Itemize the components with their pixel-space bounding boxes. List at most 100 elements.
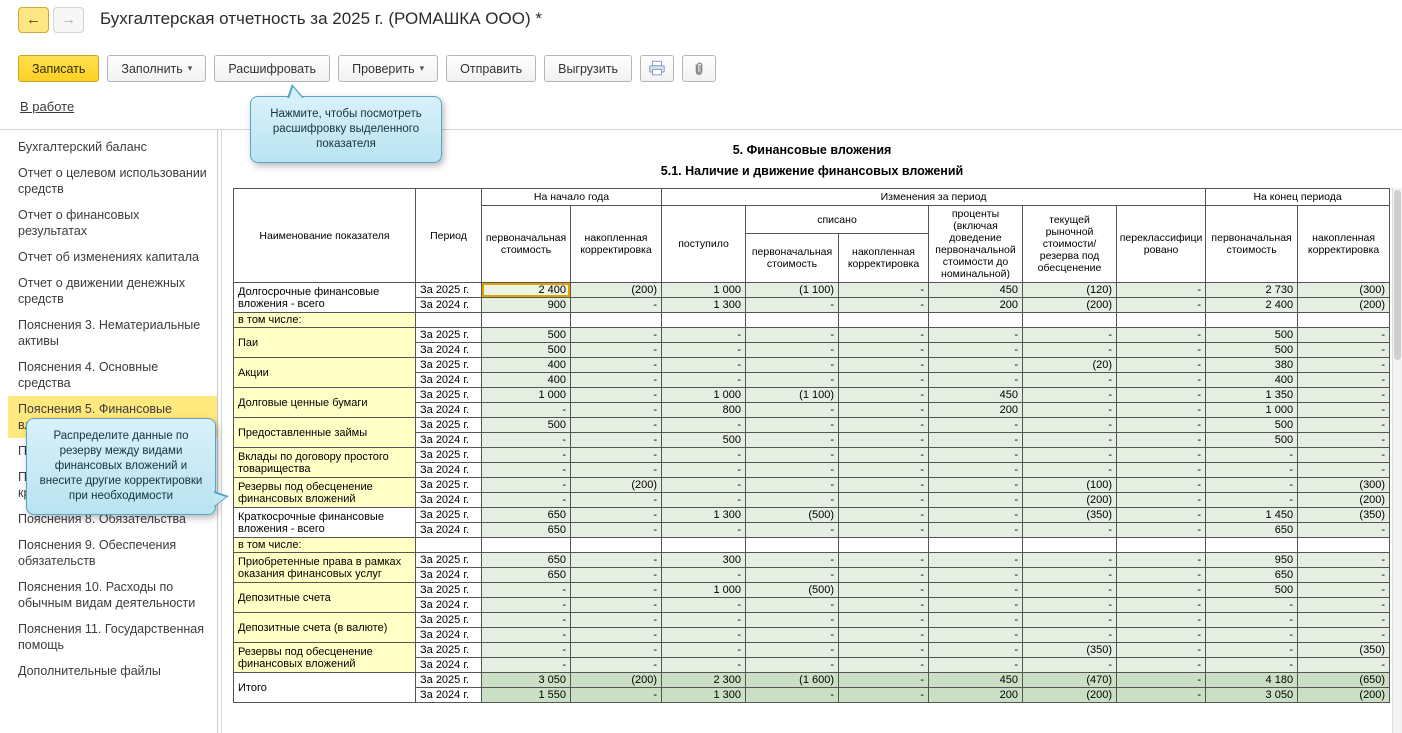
value-cell[interactable]: - <box>1117 508 1206 523</box>
row-name-cell[interactable]: Резервы под обесценение финансовых вложе… <box>234 478 416 508</box>
value-cell[interactable]: - <box>839 298 929 313</box>
value-cell[interactable]: (1 100) <box>746 388 839 403</box>
decrypt-button[interactable]: Расшифровать <box>214 55 330 82</box>
value-cell[interactable]: - <box>1298 568 1390 583</box>
value-cell[interactable]: 1 450 <box>1206 508 1298 523</box>
value-cell[interactable]: - <box>929 358 1023 373</box>
value-cell[interactable]: - <box>746 403 839 418</box>
value-cell[interactable]: - <box>839 283 929 298</box>
value-cell[interactable]: 3 050 <box>1206 688 1298 703</box>
value-cell[interactable]: - <box>1206 643 1298 658</box>
value-cell[interactable]: - <box>571 403 662 418</box>
value-cell[interactable]: - <box>1117 403 1206 418</box>
value-cell[interactable]: 650 <box>482 523 571 538</box>
value-cell[interactable]: - <box>746 478 839 493</box>
value-cell[interactable]: - <box>1298 553 1390 568</box>
value-cell[interactable]: - <box>1298 403 1390 418</box>
table-cell[interactable] <box>1298 313 1390 328</box>
value-cell[interactable]: - <box>746 688 839 703</box>
value-cell[interactable]: - <box>662 478 746 493</box>
value-cell[interactable]: - <box>571 643 662 658</box>
value-cell[interactable]: - <box>929 433 1023 448</box>
row-name-cell[interactable]: Депозитные счета <box>234 583 416 613</box>
value-cell[interactable]: - <box>839 448 929 463</box>
value-cell[interactable]: - <box>1023 598 1117 613</box>
send-button[interactable]: Отправить <box>446 55 536 82</box>
status-link[interactable]: В работе <box>20 99 74 114</box>
value-cell[interactable]: - <box>662 463 746 478</box>
value-cell[interactable]: (200) <box>571 478 662 493</box>
value-cell[interactable]: - <box>839 343 929 358</box>
value-cell[interactable]: - <box>1117 283 1206 298</box>
value-cell[interactable]: - <box>839 508 929 523</box>
value-cell[interactable]: - <box>662 373 746 388</box>
period-cell[interactable]: За 2024 г. <box>416 403 482 418</box>
value-cell[interactable]: - <box>1023 553 1117 568</box>
value-cell[interactable]: (350) <box>1023 643 1117 658</box>
period-cell[interactable]: За 2025 г. <box>416 328 482 343</box>
value-cell[interactable]: - <box>839 658 929 673</box>
scrollbar-thumb[interactable] <box>1394 190 1401 360</box>
value-cell[interactable]: (350) <box>1298 508 1390 523</box>
value-cell[interactable]: 500 <box>1206 433 1298 448</box>
table-cell[interactable] <box>1298 538 1390 553</box>
value-cell[interactable]: - <box>662 523 746 538</box>
sidebar-item[interactable]: Пояснения 9. Обеспечения обязательств <box>8 532 217 574</box>
sidebar-item[interactable]: Дополнительные файлы <box>8 658 217 684</box>
value-cell[interactable]: - <box>1117 298 1206 313</box>
value-cell[interactable]: 1 000 <box>662 388 746 403</box>
table-cell[interactable] <box>662 313 746 328</box>
table-cell[interactable] <box>662 538 746 553</box>
value-cell[interactable]: - <box>1298 343 1390 358</box>
fill-button[interactable]: Заполнить ▾ <box>107 55 206 82</box>
value-cell[interactable]: 200 <box>929 688 1023 703</box>
value-cell[interactable]: - <box>662 628 746 643</box>
value-cell[interactable]: 650 <box>482 508 571 523</box>
value-cell[interactable]: (300) <box>1298 478 1390 493</box>
value-cell[interactable]: - <box>662 358 746 373</box>
value-cell[interactable]: (200) <box>571 673 662 688</box>
value-cell[interactable]: - <box>482 643 571 658</box>
export-button[interactable]: Выгрузить <box>544 55 632 82</box>
value-cell[interactable]: - <box>746 343 839 358</box>
value-cell[interactable]: 400 <box>482 358 571 373</box>
value-cell[interactable]: - <box>571 298 662 313</box>
period-cell[interactable]: За 2025 г. <box>416 508 482 523</box>
value-cell[interactable]: - <box>1023 583 1117 598</box>
value-cell[interactable]: - <box>1117 553 1206 568</box>
value-cell[interactable]: - <box>1206 658 1298 673</box>
value-cell[interactable]: - <box>839 463 929 478</box>
value-cell[interactable]: - <box>839 598 929 613</box>
value-cell[interactable]: - <box>1298 598 1390 613</box>
value-cell[interactable]: 2 730 <box>1206 283 1298 298</box>
value-cell[interactable]: - <box>482 493 571 508</box>
value-cell[interactable]: - <box>1206 598 1298 613</box>
value-cell[interactable]: - <box>929 493 1023 508</box>
row-name-cell[interactable]: Депозитные счета (в валюте) <box>234 613 416 643</box>
check-button[interactable]: Проверить ▾ <box>338 55 438 82</box>
value-cell[interactable]: - <box>571 373 662 388</box>
value-cell[interactable]: 650 <box>482 568 571 583</box>
value-cell[interactable]: - <box>929 343 1023 358</box>
group-row-label[interactable]: в том числе: <box>234 313 416 328</box>
row-name-cell[interactable]: Долгосрочные финансовые вложения - всего <box>234 283 416 313</box>
value-cell[interactable]: - <box>1117 688 1206 703</box>
value-cell[interactable]: 500 <box>482 343 571 358</box>
value-cell[interactable]: - <box>1117 493 1206 508</box>
value-cell[interactable]: - <box>482 598 571 613</box>
value-cell[interactable]: - <box>746 373 839 388</box>
value-cell[interactable]: - <box>1298 433 1390 448</box>
back-button[interactable]: ← <box>18 7 49 33</box>
value-cell[interactable]: - <box>839 388 929 403</box>
period-cell[interactable]: За 2024 г. <box>416 658 482 673</box>
period-cell[interactable]: За 2025 г. <box>416 583 482 598</box>
value-cell[interactable]: 200 <box>929 298 1023 313</box>
value-cell[interactable]: - <box>571 568 662 583</box>
print-button[interactable] <box>640 55 674 82</box>
value-cell[interactable]: 200 <box>929 403 1023 418</box>
period-cell[interactable]: За 2025 г. <box>416 643 482 658</box>
value-cell[interactable]: - <box>482 433 571 448</box>
value-cell[interactable]: - <box>929 658 1023 673</box>
period-cell[interactable]: За 2025 г. <box>416 478 482 493</box>
value-cell[interactable]: - <box>482 403 571 418</box>
